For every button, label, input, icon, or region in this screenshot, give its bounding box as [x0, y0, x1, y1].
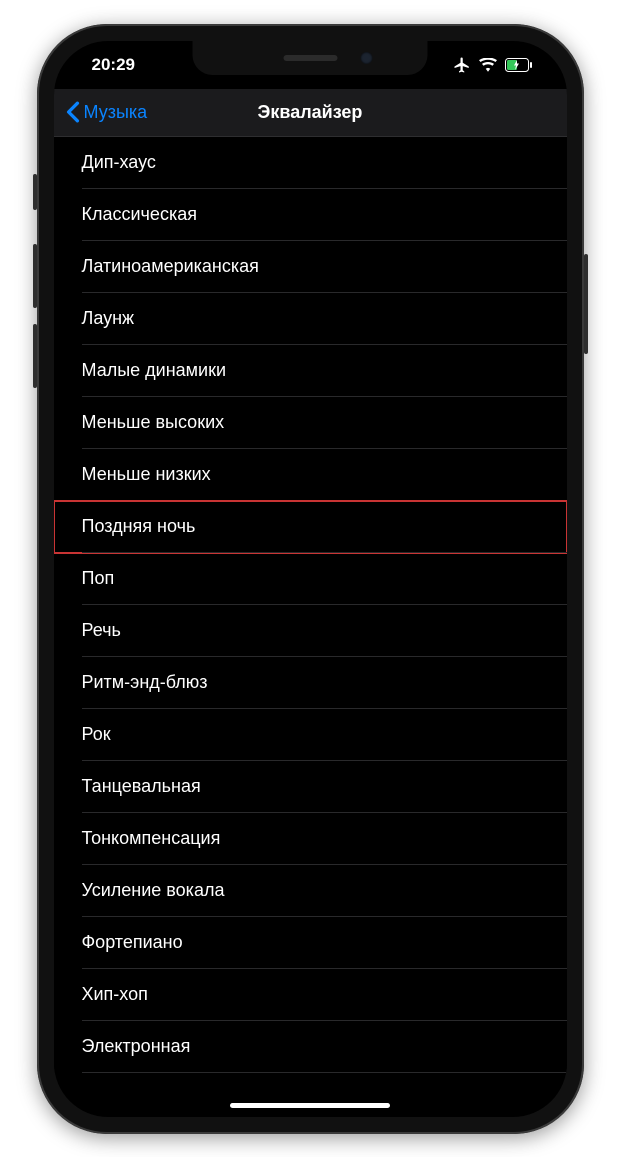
eq-preset-label: Тонкомпенсация: [82, 828, 221, 849]
eq-preset-row[interactable]: Поздняя ночь: [54, 501, 567, 553]
eq-preset-row[interactable]: Усиление вокала: [54, 865, 567, 917]
eq-preset-label: Электронная: [82, 1036, 191, 1057]
eq-preset-row[interactable]: Ритм-энд-блюз: [54, 657, 567, 709]
eq-preset-row[interactable]: Рок: [54, 709, 567, 761]
eq-preset-row[interactable]: Хип-хоп: [54, 969, 567, 1021]
back-button[interactable]: Музыка: [54, 101, 148, 123]
eq-preset-list: Дип-хаус Классическая Латиноамериканская Ла…: [54, 137, 567, 1073]
home-indicator[interactable]: [230, 1103, 390, 1108]
eq-preset-label: Меньше высоких: [82, 412, 225, 433]
power-button: [584, 254, 588, 354]
status-icons: [453, 56, 541, 74]
eq-preset-row[interactable]: Электронная: [54, 1021, 567, 1073]
eq-preset-label: Поздняя ночь: [82, 516, 196, 537]
notch: [193, 41, 428, 75]
battery-charging-icon: [505, 58, 533, 72]
eq-preset-row[interactable]: Речь: [54, 605, 567, 657]
eq-preset-row[interactable]: Меньше низких: [54, 449, 567, 501]
eq-preset-row[interactable]: Танцевальная: [54, 761, 567, 813]
device-frame: 20:29 Музыка Эквалайзер: [37, 24, 584, 1134]
eq-preset-label: Усиление вокала: [82, 880, 225, 901]
eq-preset-label: Латиноамериканская: [82, 256, 259, 277]
eq-preset-row[interactable]: Тонкомпенсация: [54, 813, 567, 865]
eq-preset-row[interactable]: Дип-хаус: [54, 137, 567, 189]
eq-preset-row[interactable]: Поп: [54, 553, 567, 605]
eq-preset-row[interactable]: Латиноамериканская: [54, 241, 567, 293]
eq-preset-row[interactable]: Классическая: [54, 189, 567, 241]
volume-up-button: [33, 244, 37, 308]
chevron-left-icon: [66, 101, 80, 123]
eq-preset-row[interactable]: Фортепиано: [54, 917, 567, 969]
eq-preset-label: Рок: [82, 724, 111, 745]
eq-preset-row[interactable]: Лаунж: [54, 293, 567, 345]
eq-preset-row[interactable]: Меньше высоких: [54, 397, 567, 449]
volume-down-button: [33, 324, 37, 388]
nav-bar: Музыка Эквалайзер: [54, 89, 567, 137]
status-time: 20:29: [80, 55, 135, 75]
screen: 20:29 Музыка Эквалайзер: [54, 41, 567, 1117]
eq-preset-label: Малые динамики: [82, 360, 227, 381]
eq-preset-row[interactable]: Малые динамики: [54, 345, 567, 397]
back-label: Музыка: [84, 102, 148, 123]
eq-preset-label: Фортепиано: [82, 932, 183, 953]
eq-preset-label: Хип-хоп: [82, 984, 148, 1005]
eq-preset-label: Ритм-энд-блюз: [82, 672, 208, 693]
eq-preset-label: Поп: [82, 568, 115, 589]
eq-preset-label: Речь: [82, 620, 121, 641]
eq-preset-label: Меньше низких: [82, 464, 211, 485]
wifi-icon: [479, 58, 497, 72]
airplane-mode-icon: [453, 56, 471, 74]
eq-preset-label: Классическая: [82, 204, 197, 225]
eq-preset-label: Лаунж: [82, 308, 135, 329]
mute-switch: [33, 174, 37, 210]
eq-preset-label: Танцевальная: [82, 776, 201, 797]
eq-preset-label: Дип-хаус: [82, 152, 156, 173]
speaker-grille: [283, 55, 337, 61]
front-camera: [361, 52, 373, 64]
